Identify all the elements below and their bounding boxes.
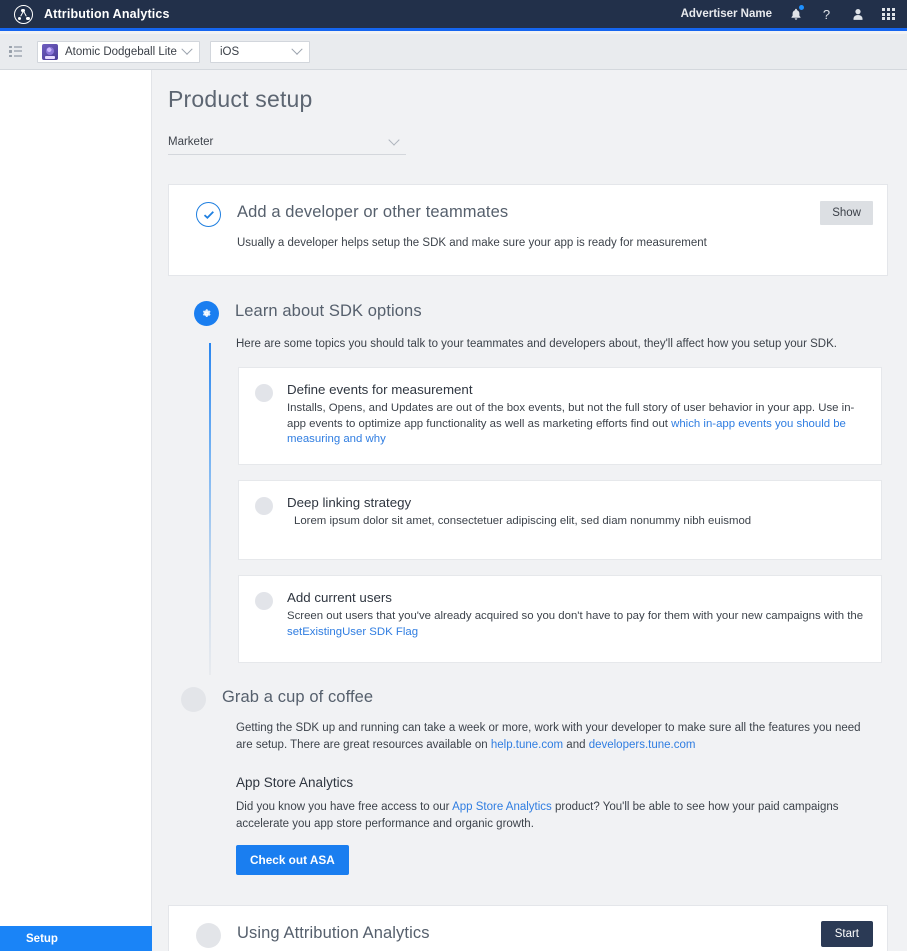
coffee-title: Grab a cup of coffee	[222, 688, 374, 706]
subcard-deep-linking: Deep linking strategy Lorem ipsum dolor …	[238, 479, 882, 560]
empty-circle-icon	[255, 496, 273, 515]
sidebar-item-setup-label: Setup	[26, 932, 58, 945]
step3-header: Using Attribution Analytics	[169, 906, 887, 948]
subcard-body: Add current users Screen out users that …	[287, 590, 865, 640]
asa-link[interactable]: App Store Analytics	[452, 801, 552, 813]
advertiser-name[interactable]: Advertiser Name	[681, 8, 772, 20]
developers-tune-link[interactable]: developers.tune.com	[589, 739, 696, 751]
help-tune-link[interactable]: help.tune.com	[491, 739, 563, 751]
empty-circle-icon	[255, 384, 273, 402]
subcard-title: Deep linking strategy	[287, 494, 412, 510]
empty-circle-icon	[255, 592, 273, 610]
app-store-analytics-block: App Store Analytics Did you know you hav…	[236, 775, 888, 875]
step-card-using-attribution-analytics: Using Attribution Analytics Starting off…	[168, 905, 888, 951]
role-select-value: Marketer	[168, 136, 214, 148]
asa-description: Did you know you have free access to our…	[236, 799, 888, 832]
step1-title: Add a developer or other teammates	[237, 203, 509, 221]
help-question-icon[interactable]: ?	[819, 6, 834, 22]
asa-heading: App Store Analytics	[236, 775, 354, 790]
empty-circle-icon	[181, 687, 206, 712]
step2-description: Here are some topics you should talk to …	[236, 338, 837, 350]
subcard-add-current-users: Add current users Screen out users that …	[238, 575, 882, 663]
app-select-value: Atomic Dodgeball Lite	[65, 45, 177, 58]
step-card-add-developer: Add a developer or other teammates Usual…	[168, 184, 888, 276]
page-title: Product setup	[168, 86, 313, 112]
subcard-title: Add current users	[287, 590, 392, 605]
check-circle-icon	[196, 202, 221, 227]
notification-badge-dot	[799, 5, 804, 10]
chevron-down-icon	[181, 43, 193, 55]
step1-header: Add a developer or other teammates	[169, 185, 887, 227]
chevron-down-icon	[388, 134, 400, 146]
step-section-sdk-options: Learn about SDK options Here are some to…	[168, 301, 888, 875]
list-menu-icon[interactable]	[9, 45, 23, 58]
top-nav-actions: Advertiser Name ?	[681, 5, 907, 22]
chevron-down-icon	[291, 43, 303, 55]
main-content: Product setup Marketer Add a developer o…	[152, 70, 907, 951]
notification-bell-icon[interactable]	[788, 5, 804, 22]
subcard-desc-text: Screen out users that you've already acq…	[287, 610, 864, 622]
apps-grid-icon[interactable]	[881, 6, 896, 22]
empty-circle-icon	[196, 923, 221, 948]
start-button[interactable]: Start	[820, 921, 873, 947]
step-grab-coffee: Grab a cup of coffee Getting the SDK up …	[168, 687, 888, 875]
coffee-description: Getting the SDK up and running can take …	[236, 720, 888, 753]
os-select-value: iOS	[220, 45, 240, 58]
app-root: Attribution Analytics Advertiser Name ?	[0, 0, 907, 951]
step2-title: Learn about SDK options	[235, 302, 422, 320]
subcard-body: Define events for measurement Installs, …	[287, 382, 865, 448]
attribution-logo-icon	[14, 4, 33, 24]
gear-circle-icon	[194, 301, 219, 326]
role-select[interactable]: Marketer	[168, 130, 406, 155]
app-thumbnail-icon	[42, 43, 58, 60]
step2-header: Learn about SDK options	[168, 301, 888, 326]
top-navigation-bar: Attribution Analytics Advertiser Name ?	[0, 0, 907, 31]
coffee-desc-mid: and	[563, 738, 589, 751]
step-connector-line	[209, 343, 211, 675]
brand-name: Attribution Analytics	[44, 7, 170, 21]
user-account-icon[interactable]	[850, 6, 865, 22]
show-button[interactable]: Show	[820, 201, 873, 225]
sidebar-item-setup[interactable]: Setup	[0, 926, 152, 951]
asa-desc-part1: Did you know you have free access to our	[236, 801, 453, 813]
check-out-asa-button[interactable]: Check out ASA	[236, 845, 349, 875]
left-sidebar: Setup	[0, 70, 152, 951]
os-select[interactable]: iOS	[210, 40, 310, 63]
subcard-description: Installs, Opens, and Updates are out of …	[287, 401, 865, 448]
app-select[interactable]: Atomic Dodgeball Lite	[37, 40, 200, 63]
step1-description: Usually a developer helps setup the SDK …	[237, 237, 707, 249]
app-selector-bar: Atomic Dodgeball Lite iOS	[0, 34, 907, 70]
subcard-description: Screen out users that you've already acq…	[287, 609, 865, 640]
coffee-header: Grab a cup of coffee	[181, 687, 888, 712]
subcard-description: Lorem ipsum dolor sit amet, consectetuer…	[294, 514, 752, 527]
subcard-link[interactable]: setExistingUser SDK Flag	[287, 626, 418, 638]
subcard-title: Define events for measurement	[287, 382, 473, 397]
subcard-define-events: Define events for measurement Installs, …	[238, 367, 882, 465]
step3-title: Using Attribution Analytics	[237, 924, 430, 942]
brand[interactable]: Attribution Analytics	[0, 4, 170, 24]
subcard-body: Deep linking strategy Lorem ipsum dolor …	[287, 495, 751, 530]
